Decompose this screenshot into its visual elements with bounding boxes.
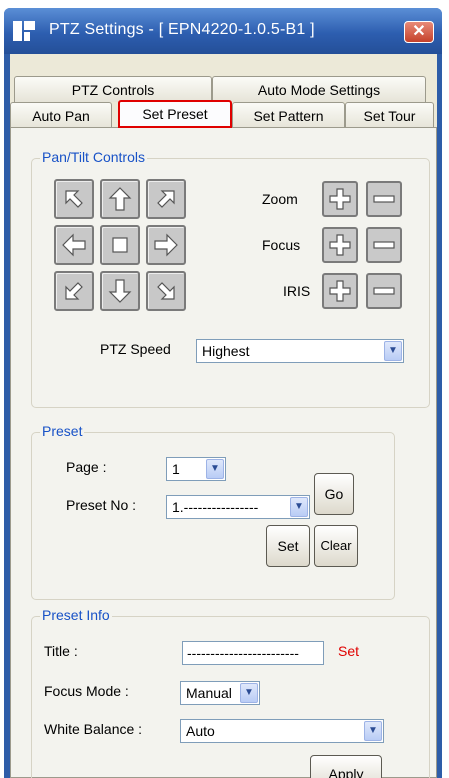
set-button-label: Set — [277, 538, 299, 554]
title-bar[interactable]: PTZ Settings - [ EPN4220-1.0.5-B1 ] ✕ — [4, 8, 442, 54]
zoom-out-button[interactable] — [366, 181, 402, 217]
go-button[interactable]: Go — [314, 473, 354, 515]
window-title: PTZ Settings - [ EPN4220-1.0.5-B1 ] — [49, 21, 315, 38]
page-select[interactable]: 1 ▼ — [166, 457, 226, 481]
arrow-down-right-icon — [157, 282, 175, 300]
tab-set-tour[interactable]: Set Tour — [345, 102, 434, 128]
pan-tilt-stop-button[interactable] — [100, 225, 140, 265]
title-input-value: ------------------------ — [187, 645, 299, 661]
chevron-down-icon[interactable]: ▼ — [364, 721, 382, 741]
chevron-down-icon[interactable]: ▼ — [206, 459, 224, 479]
ptz-settings-window: PTZ Settings - [ EPN4220-1.0.5-B1 ] ✕ PT… — [4, 8, 442, 778]
focus-mode-value: Manual — [186, 685, 232, 701]
zoom-in-button[interactable] — [322, 181, 358, 217]
tab-ptz-controls[interactable]: PTZ Controls — [14, 76, 212, 102]
preset-group: Preset Page : 1 ▼ Preset No : 1.--------… — [31, 423, 395, 600]
set-preset-button[interactable]: Set — [266, 525, 310, 567]
tab-label: Set Preset — [142, 106, 208, 122]
zoom-label: Zoom — [262, 191, 298, 207]
preset-no-select[interactable]: 1.---------------- ▼ — [166, 495, 310, 519]
minus-icon — [373, 195, 395, 203]
page-value: 1 — [172, 461, 180, 477]
pan-down-right-button[interactable] — [146, 271, 186, 311]
ptz-speed-value: Highest — [202, 343, 250, 359]
preset-info-legend: Preset Info — [40, 607, 112, 623]
iris-close-button[interactable] — [366, 273, 402, 309]
tab-label: PTZ Controls — [71, 82, 155, 98]
ptz-speed-select[interactable]: Highest ▼ — [196, 339, 404, 363]
set-preset-panel: Pan/Tilt Controls Zoom Focus IRIS PTZ Sp… — [10, 127, 437, 778]
pan-up-left-button[interactable] — [54, 179, 94, 219]
arrow-up-right-icon — [157, 190, 175, 208]
clear-button-label: Clear — [320, 538, 352, 553]
iris-open-button[interactable] — [322, 273, 358, 309]
tab-label: Set Tour — [363, 108, 416, 124]
arrow-up-left-icon — [65, 190, 83, 208]
iris-label: IRIS — [283, 283, 311, 299]
app-icon — [13, 21, 35, 41]
tab-label: Set Pattern — [253, 108, 324, 124]
focus-mode-select[interactable]: Manual ▼ — [180, 681, 260, 705]
minus-icon — [373, 241, 395, 249]
preset-legend: Preset — [40, 423, 85, 439]
focus-mode-label: Focus Mode : — [44, 683, 129, 699]
white-balance-value: Auto — [186, 723, 215, 739]
white-balance-select[interactable]: Auto ▼ — [180, 719, 384, 743]
focus-near-button[interactable] — [322, 227, 358, 263]
title-set-link[interactable]: Set — [338, 643, 359, 659]
close-icon: ✕ — [412, 23, 426, 40]
pan-tilt-legend: Pan/Tilt Controls — [40, 149, 147, 165]
clear-preset-button[interactable]: Clear — [314, 525, 358, 567]
tilt-up-button[interactable] — [100, 179, 140, 219]
tab-auto-pan[interactable]: Auto Pan — [10, 102, 112, 128]
pan-down-left-button[interactable] — [54, 271, 94, 311]
plus-icon — [329, 280, 351, 302]
focus-label: Focus — [262, 237, 301, 253]
title-label: Title : — [44, 643, 78, 659]
plus-icon — [329, 188, 351, 210]
focus-far-button[interactable] — [366, 227, 402, 263]
arrow-left-icon — [62, 233, 86, 257]
arrow-down-icon — [108, 279, 132, 303]
tab-set-pattern[interactable]: Set Pattern — [232, 102, 345, 128]
preset-no-label: Preset No : — [66, 497, 137, 513]
tab-auto-mode-settings[interactable]: Auto Mode Settings — [212, 76, 426, 102]
ptz-speed-label: PTZ Speed — [100, 341, 171, 357]
tab-label: Auto Mode Settings — [257, 82, 381, 98]
chevron-down-icon[interactable]: ▼ — [290, 497, 308, 517]
title-input[interactable]: ------------------------ — [182, 641, 324, 665]
plus-icon — [329, 234, 351, 256]
tab-set-preset[interactable]: Set Preset — [118, 100, 232, 128]
tab-label: Auto Pan — [32, 108, 90, 124]
stop-icon — [112, 237, 128, 253]
page-label: Page : — [66, 459, 107, 475]
preset-info-group: Preset Info Title : --------------------… — [31, 607, 430, 778]
pan-right-button[interactable] — [146, 225, 186, 265]
chevron-down-icon[interactable]: ▼ — [240, 683, 258, 703]
chevron-down-icon[interactable]: ▼ — [384, 341, 402, 361]
apply-button-label: Apply — [328, 766, 364, 778]
pan-left-button[interactable] — [54, 225, 94, 265]
pan-tilt-controls-group: Pan/Tilt Controls Zoom Focus IRIS PTZ Sp… — [31, 149, 430, 408]
preset-no-value: 1.---------------- — [172, 499, 259, 515]
go-button-label: Go — [324, 486, 344, 502]
pan-up-right-button[interactable] — [146, 179, 186, 219]
window-client-area: PTZ Controls Auto Mode Settings Auto Pan… — [10, 54, 437, 778]
white-balance-label: White Balance : — [44, 721, 143, 737]
apply-button[interactable]: Apply — [310, 755, 382, 778]
minus-icon — [373, 287, 395, 295]
close-button[interactable]: ✕ — [404, 21, 434, 43]
arrow-right-icon — [154, 233, 178, 257]
arrow-down-left-icon — [65, 282, 83, 300]
arrow-up-icon — [108, 187, 132, 211]
tilt-down-button[interactable] — [100, 271, 140, 311]
